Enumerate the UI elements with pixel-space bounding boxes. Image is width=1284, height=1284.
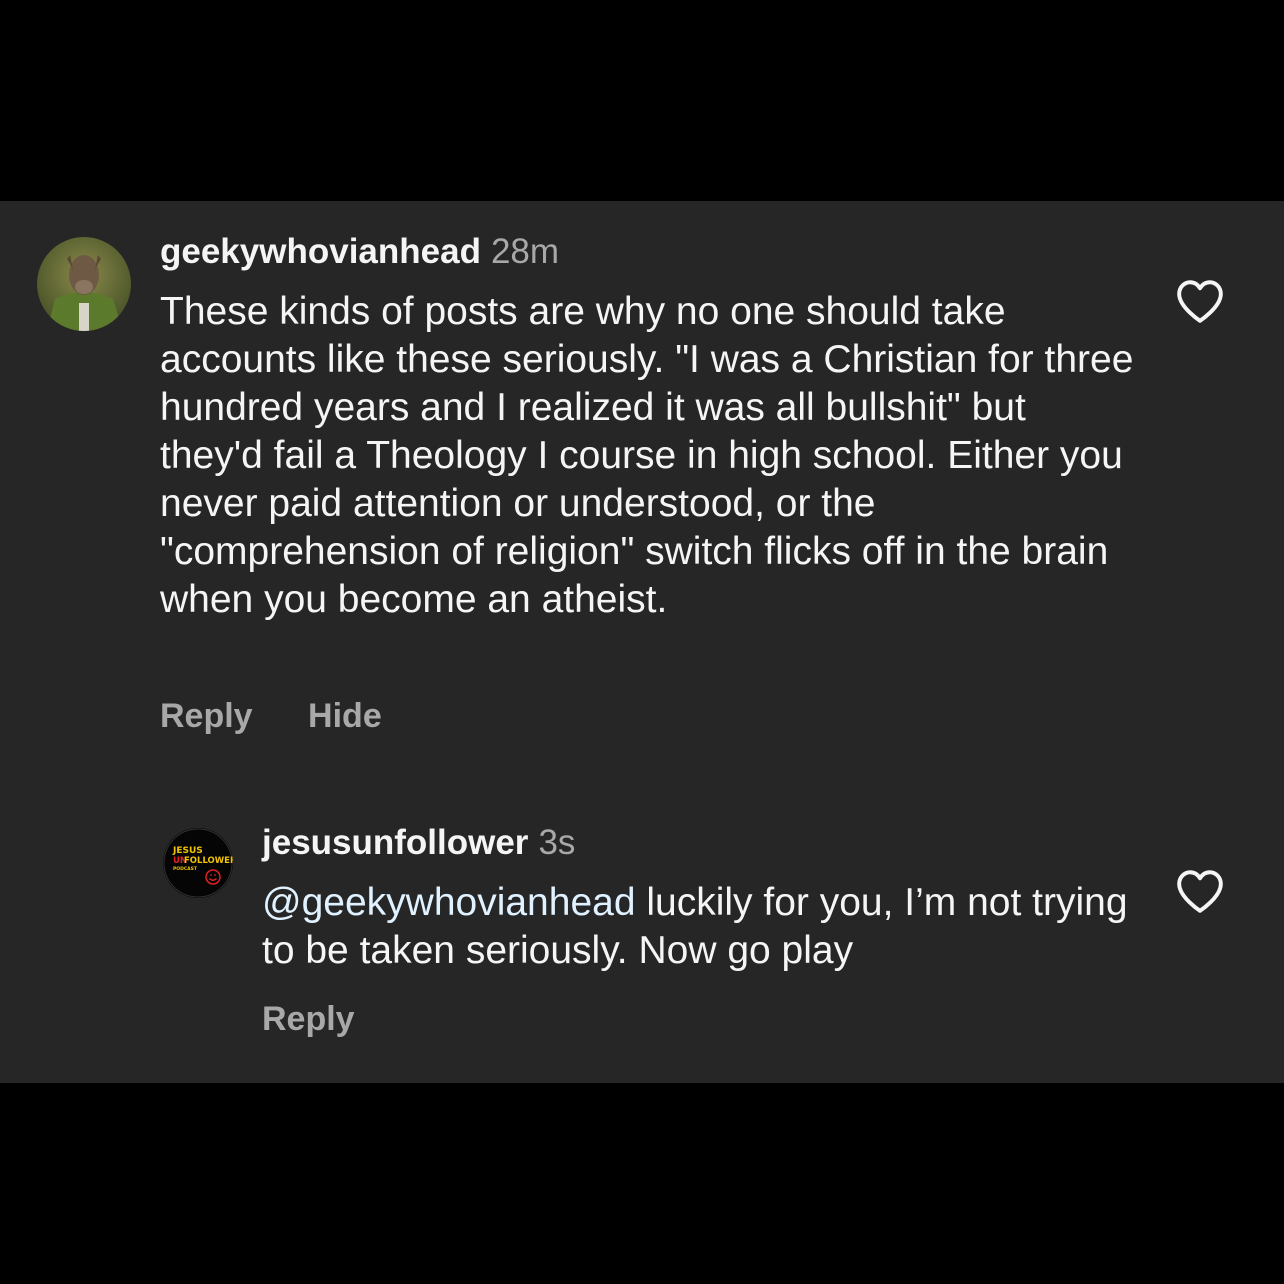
comment-header: geekywhovianhead 28m xyxy=(160,232,559,272)
reply-button[interactable]: Reply xyxy=(262,1000,355,1038)
reply-button[interactable]: Reply xyxy=(160,697,253,735)
mention-link[interactable]: @geekywhovianhead xyxy=(262,881,636,924)
comment-username[interactable]: geekywhovianhead xyxy=(160,232,481,271)
comment-timestamp: 3s xyxy=(538,823,576,862)
reply-text: @geekywhovianhead luckily for you, I’m n… xyxy=(262,879,1132,975)
reply-header: jesusunfollower 3s xyxy=(262,823,575,863)
comments-panel: geekywhovianhead 28m These kinds of posts… xyxy=(0,201,1284,1083)
logo-line1: JESUS xyxy=(172,846,203,856)
comment-text: These kinds of posts are why no one shou… xyxy=(160,290,1134,621)
reply-actions: Reply xyxy=(262,1000,355,1039)
logo-line2: FOLLOWER xyxy=(184,856,233,866)
hide-button[interactable]: Hide xyxy=(308,697,382,735)
comment-timestamp: 28m xyxy=(490,232,560,271)
avatar-jesusunfollower[interactable]: JESUS UN FOLLOWER PODCAST xyxy=(163,828,233,898)
comment-username[interactable]: jesusunfollower xyxy=(262,823,528,862)
avatar-geekywhovianhead[interactable] xyxy=(37,237,131,331)
comment-actions: Reply Hide xyxy=(160,697,382,736)
heart-outline-icon[interactable] xyxy=(1175,278,1225,324)
heart-outline-icon[interactable] xyxy=(1175,868,1225,914)
logo-line3: PODCAST xyxy=(173,866,198,872)
